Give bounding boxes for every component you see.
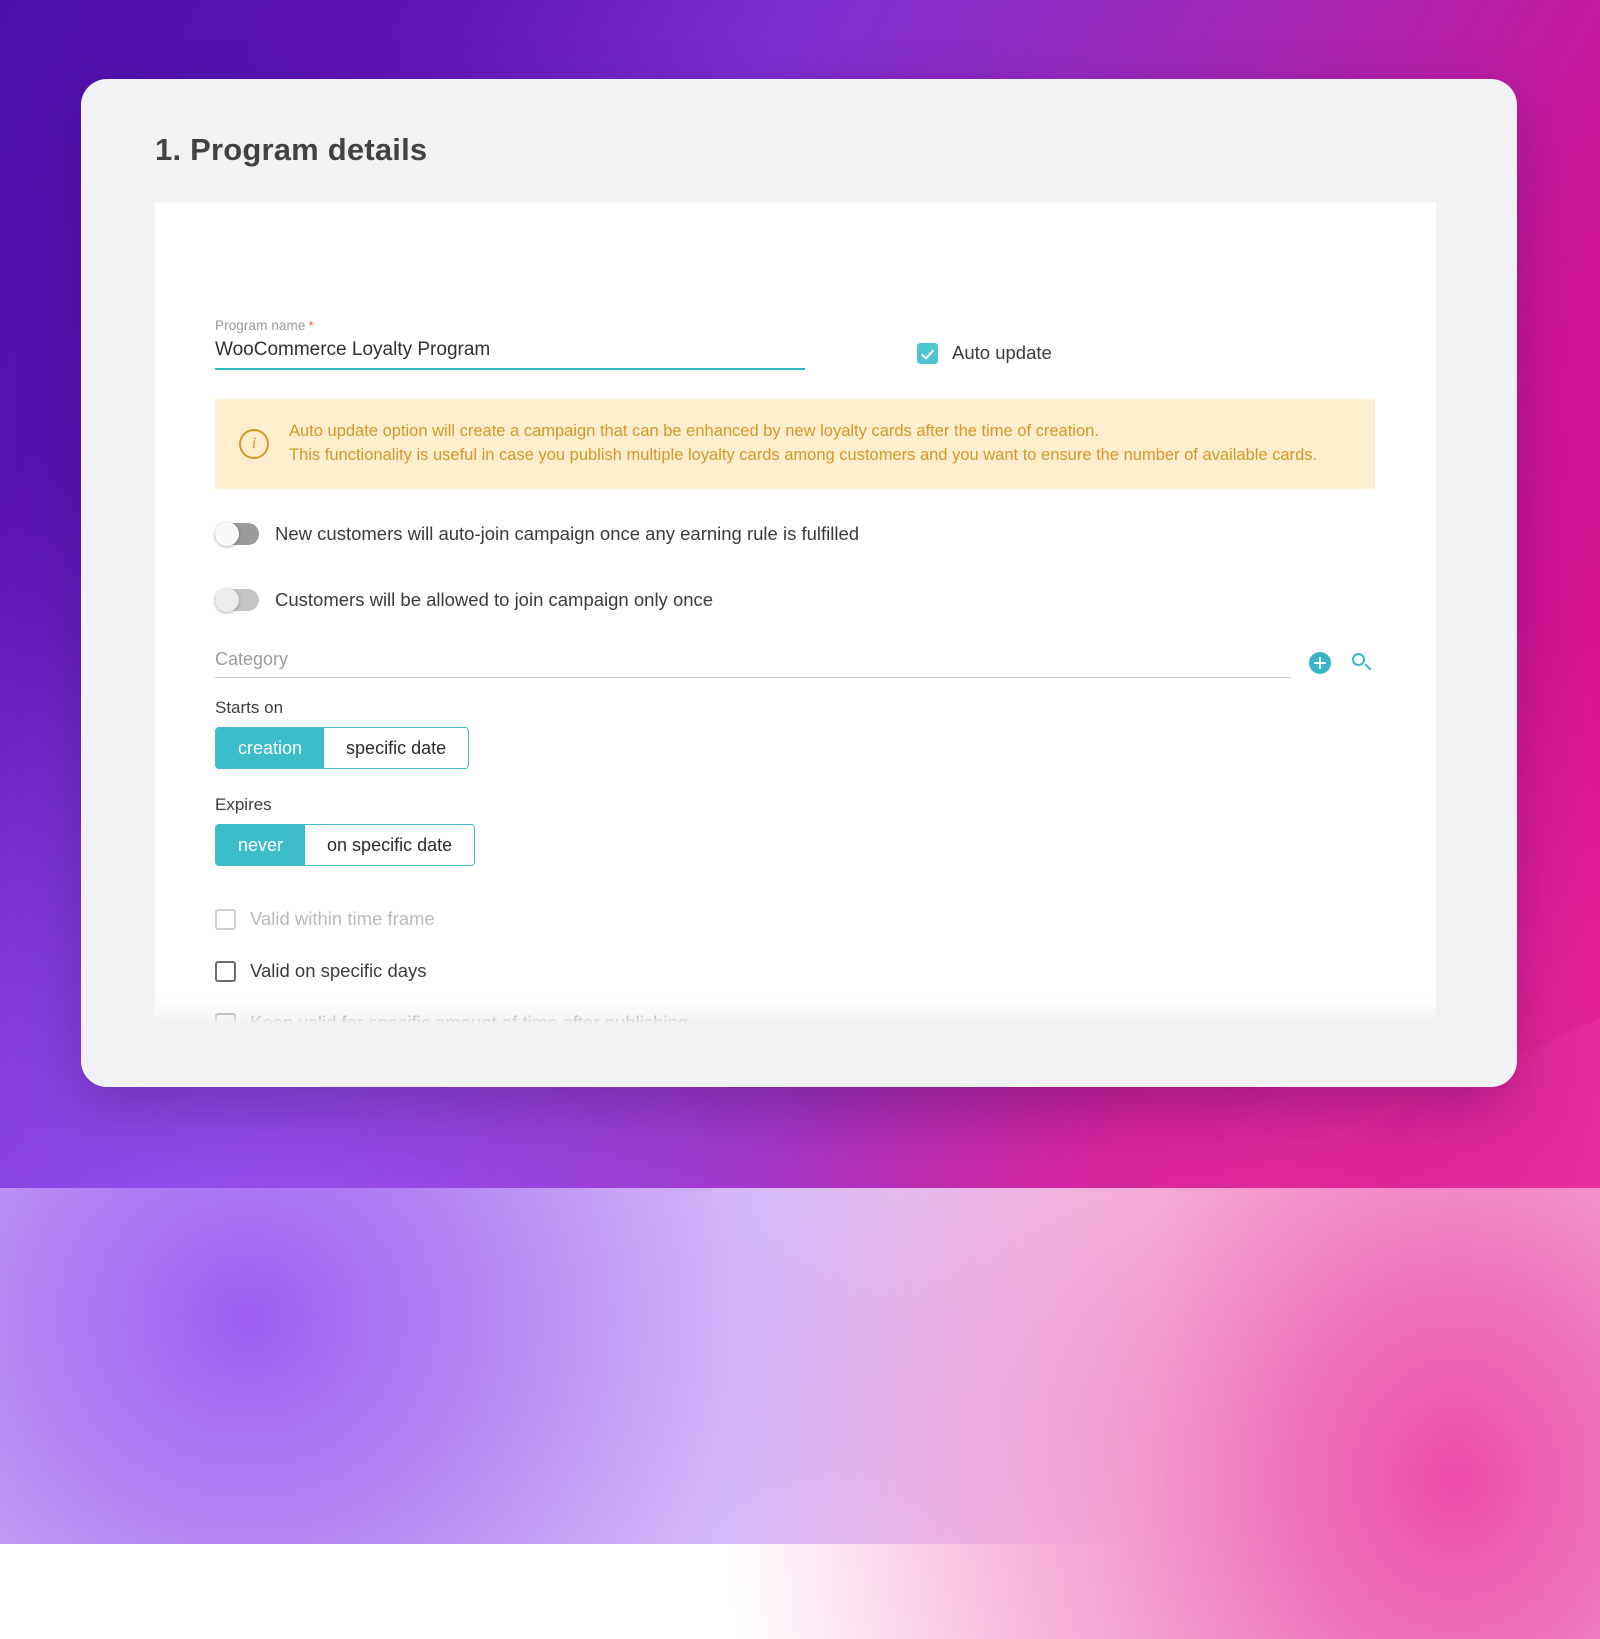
program-name-label: Program name*	[215, 318, 805, 333]
required-asterisk: *	[309, 318, 314, 333]
keep-valid-after-publishing-checkbox[interactable]	[215, 1013, 236, 1033]
auto-join-toggle[interactable]	[215, 523, 259, 545]
valid-on-specific-days-row[interactable]: Valid on specific days	[215, 960, 427, 982]
starts-on-block: Starts on creation specific date	[215, 698, 469, 769]
program-name-label-text: Program name	[215, 318, 306, 333]
add-category-button[interactable]	[1307, 650, 1333, 676]
expires-segmented-control: never on specific date	[215, 824, 475, 866]
auto-update-label: Auto update	[952, 342, 1052, 364]
valid-within-time-frame-checkbox[interactable]	[215, 909, 236, 930]
program-name-row: Program name* Auto update	[215, 318, 1375, 370]
banner-line-2: This functionality is useful in case you…	[289, 444, 1317, 468]
auto-join-toggle-label: New customers will auto-join campaign on…	[275, 523, 859, 545]
valid-within-time-frame-label: Valid within time frame	[250, 908, 435, 930]
program-name-field: Program name*	[215, 318, 805, 370]
info-icon: i	[239, 429, 269, 459]
search-icon	[1351, 652, 1373, 674]
starts-on-segmented-control: creation specific date	[215, 727, 469, 769]
expires-option-never[interactable]: never	[216, 825, 305, 865]
page-title: 1. Program details	[155, 132, 427, 168]
keep-valid-after-publishing-row[interactable]: Keep valid for specific amount of time a…	[215, 1012, 688, 1032]
toggle-row-auto-join[interactable]: New customers will auto-join campaign on…	[215, 523, 859, 545]
program-name-input[interactable]	[215, 333, 805, 370]
expires-block: Expires never on specific date	[215, 795, 475, 866]
join-once-toggle[interactable]	[215, 589, 259, 611]
keep-valid-after-publishing-label: Keep valid for specific amount of time a…	[250, 1012, 688, 1032]
category-field	[215, 643, 1291, 678]
toggle-row-join-once[interactable]: Customers will be allowed to join campai…	[215, 589, 713, 611]
auto-update-checkbox[interactable]	[917, 343, 938, 364]
category-row	[215, 643, 1375, 678]
plus-circle-icon	[1309, 652, 1331, 674]
starts-on-option-creation[interactable]: creation	[216, 728, 324, 768]
app-window: 1. Program details Program name* Auto up…	[81, 79, 1517, 1087]
banner-text: Auto update option will create a campaig…	[289, 420, 1317, 467]
category-input[interactable]	[215, 643, 1291, 678]
starts-on-option-specific-date[interactable]: specific date	[324, 728, 468, 768]
expires-label: Expires	[215, 795, 475, 815]
auto-update-checkbox-row[interactable]: Auto update	[917, 342, 1052, 364]
expires-option-on-specific-date[interactable]: on specific date	[305, 825, 474, 865]
banner-line-1: Auto update option will create a campaig…	[289, 420, 1317, 444]
valid-on-specific-days-checkbox[interactable]	[215, 961, 236, 982]
search-category-button[interactable]	[1349, 650, 1375, 676]
valid-within-time-frame-row[interactable]: Valid within time frame	[215, 908, 435, 930]
program-details-form-card: Program name* Auto update i Auto update …	[155, 203, 1436, 1032]
valid-on-specific-days-label: Valid on specific days	[250, 960, 427, 982]
starts-on-label: Starts on	[215, 698, 469, 718]
join-once-toggle-label: Customers will be allowed to join campai…	[275, 589, 713, 611]
auto-update-info-banner: i Auto update option will create a campa…	[215, 399, 1375, 489]
